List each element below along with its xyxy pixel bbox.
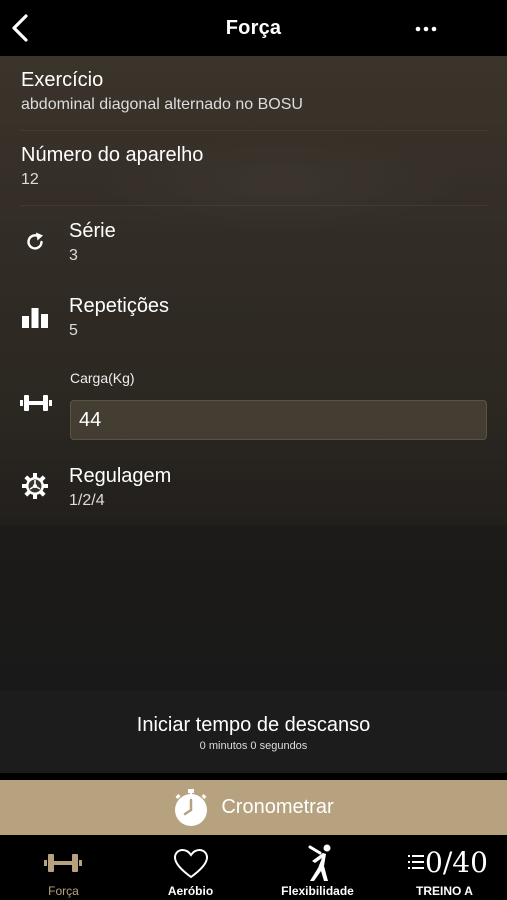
exercise-detail: Exercício abdominal diagonal alternado n… <box>0 56 507 691</box>
load-label: Carga(Kg) <box>70 370 135 386</box>
tab-flexibilidade-label: Flexibilidade <box>281 884 354 898</box>
list-icon <box>408 855 424 869</box>
stopwatch-icon <box>175 788 208 826</box>
workout-progress: 0/40 <box>425 846 488 879</box>
series-label: Série <box>69 220 116 242</box>
device-label: Número do aparelho <box>21 144 204 166</box>
divider <box>20 205 487 206</box>
heart-icon <box>173 848 209 879</box>
tab-bar: Força Aeróbio Flexibilidade 0/40 TREINO … <box>0 838 507 900</box>
series-value: 3 <box>69 247 78 264</box>
tab-treino[interactable]: 0/40 TREINO A <box>381 838 507 900</box>
gear-icon <box>22 473 48 499</box>
tab-flexibilidade[interactable]: Flexibilidade <box>254 838 381 900</box>
stopwatch-button[interactable]: Cronometrar <box>0 780 507 835</box>
adjust-value: 1/2/4 <box>69 492 105 509</box>
reps-label: Repetições <box>69 295 170 317</box>
exercise-label: Exercício <box>21 69 104 91</box>
header: Força <box>0 0 507 56</box>
back-arrow-icon[interactable] <box>8 12 32 44</box>
load-input[interactable] <box>70 400 487 440</box>
dumbbell-icon <box>44 854 82 872</box>
tab-forca[interactable]: Força <box>0 838 127 900</box>
tab-aerobio-label: Aeróbio <box>167 884 214 898</box>
bar-chart-icon <box>22 308 48 328</box>
tab-forca-label: Força <box>48 884 79 898</box>
device-value: 12 <box>21 171 39 188</box>
divider <box>20 130 487 131</box>
reps-value: 5 <box>69 322 78 339</box>
page-title: Força <box>225 16 282 39</box>
tab-treino-label: TREINO A <box>416 884 473 898</box>
start-rest-button[interactable]: Iniciar tempo de descanso 0 minutos 0 se… <box>0 691 507 773</box>
tab-aerobio[interactable]: Aeróbio <box>127 838 254 900</box>
stretching-person-icon <box>308 844 331 881</box>
refresh-icon <box>27 232 43 250</box>
adjust-label: Regulagem <box>69 465 172 487</box>
more-options-icon[interactable] <box>415 26 437 32</box>
stopwatch-label: Cronometrar <box>221 796 334 818</box>
detail-panel: Exercício abdominal diagonal alternado n… <box>0 56 507 525</box>
rest-title: Iniciar tempo de descanso <box>136 714 371 736</box>
dumbbell-icon <box>20 395 52 411</box>
rest-duration: 0 minutos 0 segundos <box>199 740 308 752</box>
exercise-value: abdominal diagonal alternado no BOSU <box>21 96 303 113</box>
